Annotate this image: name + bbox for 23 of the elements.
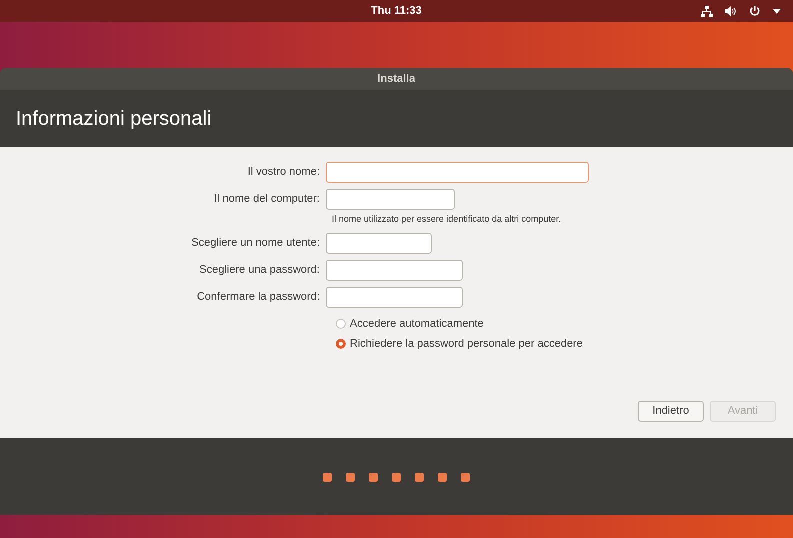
caret-icon[interactable] — [773, 8, 781, 14]
page-heading: Informazioni personali — [16, 106, 212, 132]
nav-button[interactable]: Indietro — [638, 401, 704, 422]
field-label: Scegliere una password: — [198, 262, 321, 278]
field-label: Scegliere un nome utente: — [190, 236, 321, 251]
field-label: Confermare la password: — [196, 290, 321, 305]
field-label: Il nome del computer: — [213, 192, 321, 208]
input-field[interactable] — [326, 260, 463, 280]
input-field[interactable] — [326, 162, 589, 183]
input-field[interactable] — [326, 189, 455, 210]
field-hint: Il nome utilizzato per essere identificato da altri computer. — [332, 213, 562, 226]
radio-button[interactable] — [336, 318, 346, 329]
window-title: Installa — [378, 72, 416, 87]
power-icon[interactable] — [749, 5, 761, 17]
field-label: Il vostro nome: — [246, 165, 321, 180]
radio-option[interactable]: Richiedere la password personale per accedere — [336, 336, 793, 352]
radio-button[interactable] — [336, 339, 346, 350]
input-field[interactable] — [326, 232, 432, 254]
radio-option[interactable]: Accedere automaticamente — [336, 316, 793, 332]
clock[interactable]: Thu 11:33 — [371, 2, 422, 20]
volume-icon[interactable] — [725, 6, 737, 16]
input-field[interactable] — [326, 286, 463, 308]
network-icon[interactable] — [701, 6, 713, 16]
